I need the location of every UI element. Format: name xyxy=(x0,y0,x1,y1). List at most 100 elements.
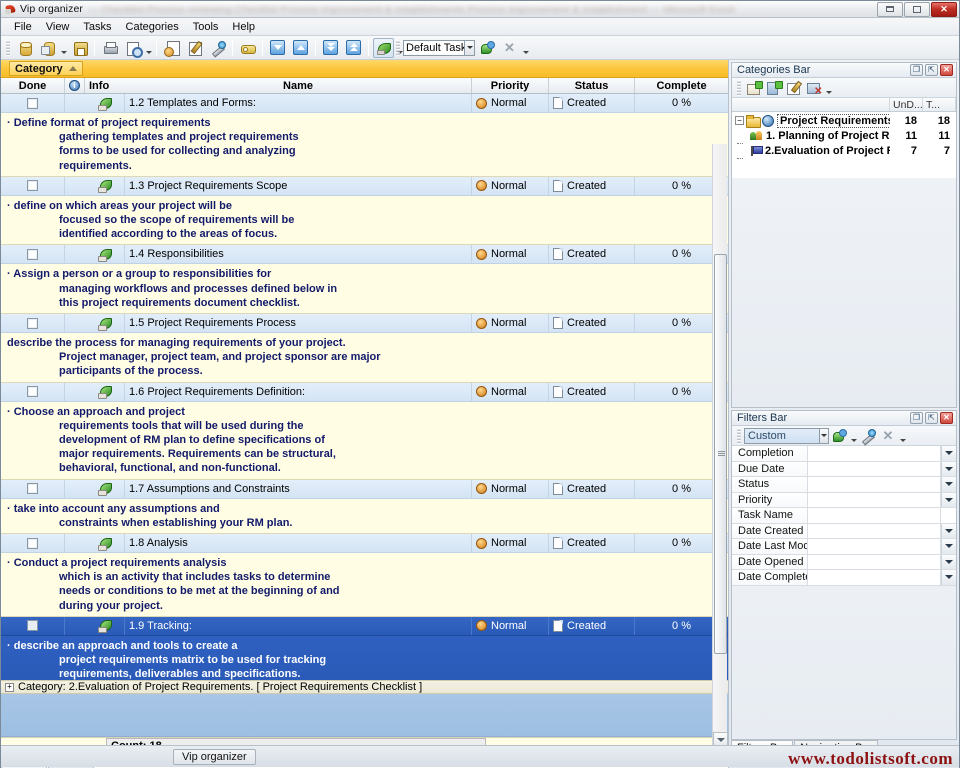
move-up-icon[interactable] xyxy=(290,38,311,58)
filter-dropdown-icon[interactable] xyxy=(941,539,956,554)
done-checkbox-cell[interactable] xyxy=(1,617,65,635)
status-cell[interactable]: Created xyxy=(549,480,635,498)
new-task-icon[interactable] xyxy=(161,38,182,58)
filter-dropdown-icon[interactable] xyxy=(941,446,956,461)
apply-filter-icon[interactable] xyxy=(829,427,849,445)
note-indicator-cell[interactable] xyxy=(85,383,125,401)
categories-col-name[interactable] xyxy=(732,98,890,111)
clear-view-icon[interactable]: ✕ xyxy=(499,38,520,58)
filter-row[interactable]: Completion xyxy=(732,446,956,462)
task-name-cell[interactable]: 1.3 Project Requirements Scope xyxy=(125,177,472,195)
task-view-value[interactable]: Default Task V xyxy=(403,40,465,56)
done-checkbox[interactable] xyxy=(27,483,38,494)
filters-toolbar-grip[interactable] xyxy=(737,428,741,444)
priority-cell[interactable]: Normal xyxy=(472,617,549,635)
task-view-dropdown-icon[interactable] xyxy=(465,40,475,56)
category-tree-item[interactable]: 2.Evaluation of Project Requir77 xyxy=(732,143,956,158)
column-header-info-icon[interactable]: i xyxy=(65,78,85,93)
filter-value-input[interactable] xyxy=(808,524,941,539)
print-dropdown-icon[interactable] xyxy=(144,38,153,58)
task-name-cell[interactable]: 1.4 Responsibilities xyxy=(125,245,472,263)
done-checkbox-cell[interactable] xyxy=(1,245,65,263)
filter-value-input[interactable] xyxy=(808,477,941,492)
filter-preset-value[interactable]: Custom xyxy=(744,428,820,444)
filter-row[interactable]: Date Completed xyxy=(732,570,956,586)
filter-dropdown-icon[interactable] xyxy=(941,524,956,539)
priority-cell[interactable]: Normal xyxy=(472,245,549,263)
task-name-cell[interactable]: 1.5 Project Requirements Process xyxy=(125,314,472,332)
filter-dropdown-icon[interactable] xyxy=(941,477,956,492)
minimize-button[interactable] xyxy=(877,2,903,17)
apply-filter-dropdown-icon[interactable] xyxy=(849,426,858,446)
done-checkbox-cell[interactable] xyxy=(1,480,65,498)
task-note[interactable]: · Define format of project requirementsg… xyxy=(1,113,728,177)
menu-categories[interactable]: Categories xyxy=(119,19,186,35)
task-note[interactable]: describe the process for managing requir… xyxy=(1,333,728,383)
filter-row[interactable]: Date Last Modifi xyxy=(732,539,956,555)
filter-row[interactable]: Task Name xyxy=(732,508,956,524)
column-header-name[interactable]: Name xyxy=(125,78,472,93)
done-checkbox[interactable] xyxy=(27,98,38,109)
complete-task-icon[interactable] xyxy=(207,38,228,58)
task-name-cell[interactable]: 1.8 Analysis xyxy=(125,534,472,552)
move-top-icon[interactable] xyxy=(343,38,364,58)
filter-dropdown-icon[interactable] xyxy=(941,555,956,570)
done-checkbox-cell[interactable] xyxy=(1,94,65,112)
apply-view-icon[interactable] xyxy=(476,38,497,58)
clear-filter-icon[interactable] xyxy=(858,427,878,445)
priority-cell[interactable]: Normal xyxy=(472,94,549,112)
note-indicator-cell[interactable] xyxy=(85,534,125,552)
filters-toolbar-overflow-icon[interactable] xyxy=(898,426,907,446)
filter-row[interactable]: Date Created xyxy=(732,524,956,540)
priority-cell[interactable]: Normal xyxy=(472,383,549,401)
done-checkbox[interactable] xyxy=(27,318,38,329)
view-overflow-icon[interactable] xyxy=(521,38,530,58)
new-subcategory-icon[interactable] xyxy=(764,79,784,97)
done-checkbox-cell[interactable] xyxy=(1,534,65,552)
task-list-scrollbar[interactable] xyxy=(712,144,727,747)
filter-value-input[interactable] xyxy=(808,446,941,461)
filter-value-input[interactable] xyxy=(808,570,941,585)
collapse-icon[interactable]: − xyxy=(735,116,744,125)
table-row[interactable]: 1.2 Templates and Forms:NormalCreated0 % xyxy=(1,94,728,113)
filters-bar-restore-icon[interactable]: ❐ xyxy=(910,412,923,424)
note-indicator-cell[interactable] xyxy=(85,480,125,498)
categories-bar-close-icon[interactable]: ✕ xyxy=(940,64,953,76)
table-row[interactable]: 1.8 AnalysisNormalCreated0 % xyxy=(1,534,728,553)
task-note[interactable]: · define on which areas your project wil… xyxy=(1,196,728,246)
table-row[interactable]: 1.9 Tracking:NormalCreated0 % xyxy=(1,617,728,636)
print-icon[interactable] xyxy=(99,38,120,58)
column-header-info[interactable]: Info xyxy=(85,78,125,93)
note-indicator-cell[interactable] xyxy=(85,245,125,263)
filter-row[interactable]: Priority xyxy=(732,493,956,509)
toolbar-grip[interactable] xyxy=(6,40,10,56)
filters-bar-pin-icon[interactable]: ⇱ xyxy=(925,412,938,424)
filter-row[interactable]: Due Date xyxy=(732,462,956,478)
filters-bar-close-icon[interactable]: ✕ xyxy=(940,412,953,424)
task-name-cell[interactable]: 1.9 Tracking: xyxy=(125,617,472,635)
priority-cell[interactable]: Normal xyxy=(472,177,549,195)
column-header-complete[interactable]: Complete xyxy=(635,78,728,93)
column-header-status[interactable]: Status xyxy=(549,78,635,93)
done-checkbox[interactable] xyxy=(27,386,38,397)
delete-filter-icon[interactable]: ✕ xyxy=(878,427,898,445)
filter-value-input[interactable] xyxy=(808,555,941,570)
categories-toolbar-grip[interactable] xyxy=(737,80,741,96)
maximize-button[interactable] xyxy=(904,2,930,17)
column-header-priority[interactable]: Priority xyxy=(472,78,549,93)
note-indicator-cell[interactable] xyxy=(85,177,125,195)
task-note[interactable]: · Conduct a project requirements analysi… xyxy=(1,553,728,617)
done-checkbox-cell[interactable] xyxy=(1,177,65,195)
backup-database-icon[interactable] xyxy=(69,38,90,58)
note-indicator-cell[interactable] xyxy=(85,617,125,635)
menu-tasks[interactable]: Tasks xyxy=(76,19,118,35)
scrollbar-thumb[interactable] xyxy=(714,254,727,654)
table-row[interactable]: 1.3 Project Requirements ScopeNormalCrea… xyxy=(1,177,728,196)
done-checkbox[interactable] xyxy=(27,538,38,549)
categories-col-undone[interactable]: UnD... xyxy=(890,98,923,111)
priority-cell[interactable]: Normal xyxy=(472,534,549,552)
menu-tools[interactable]: Tools xyxy=(186,19,226,35)
task-name-cell[interactable]: 1.6 Project Requirements Definition: xyxy=(125,383,472,401)
complete-cell[interactable]: 0 % xyxy=(635,94,728,112)
filter-value-input[interactable] xyxy=(808,493,941,508)
